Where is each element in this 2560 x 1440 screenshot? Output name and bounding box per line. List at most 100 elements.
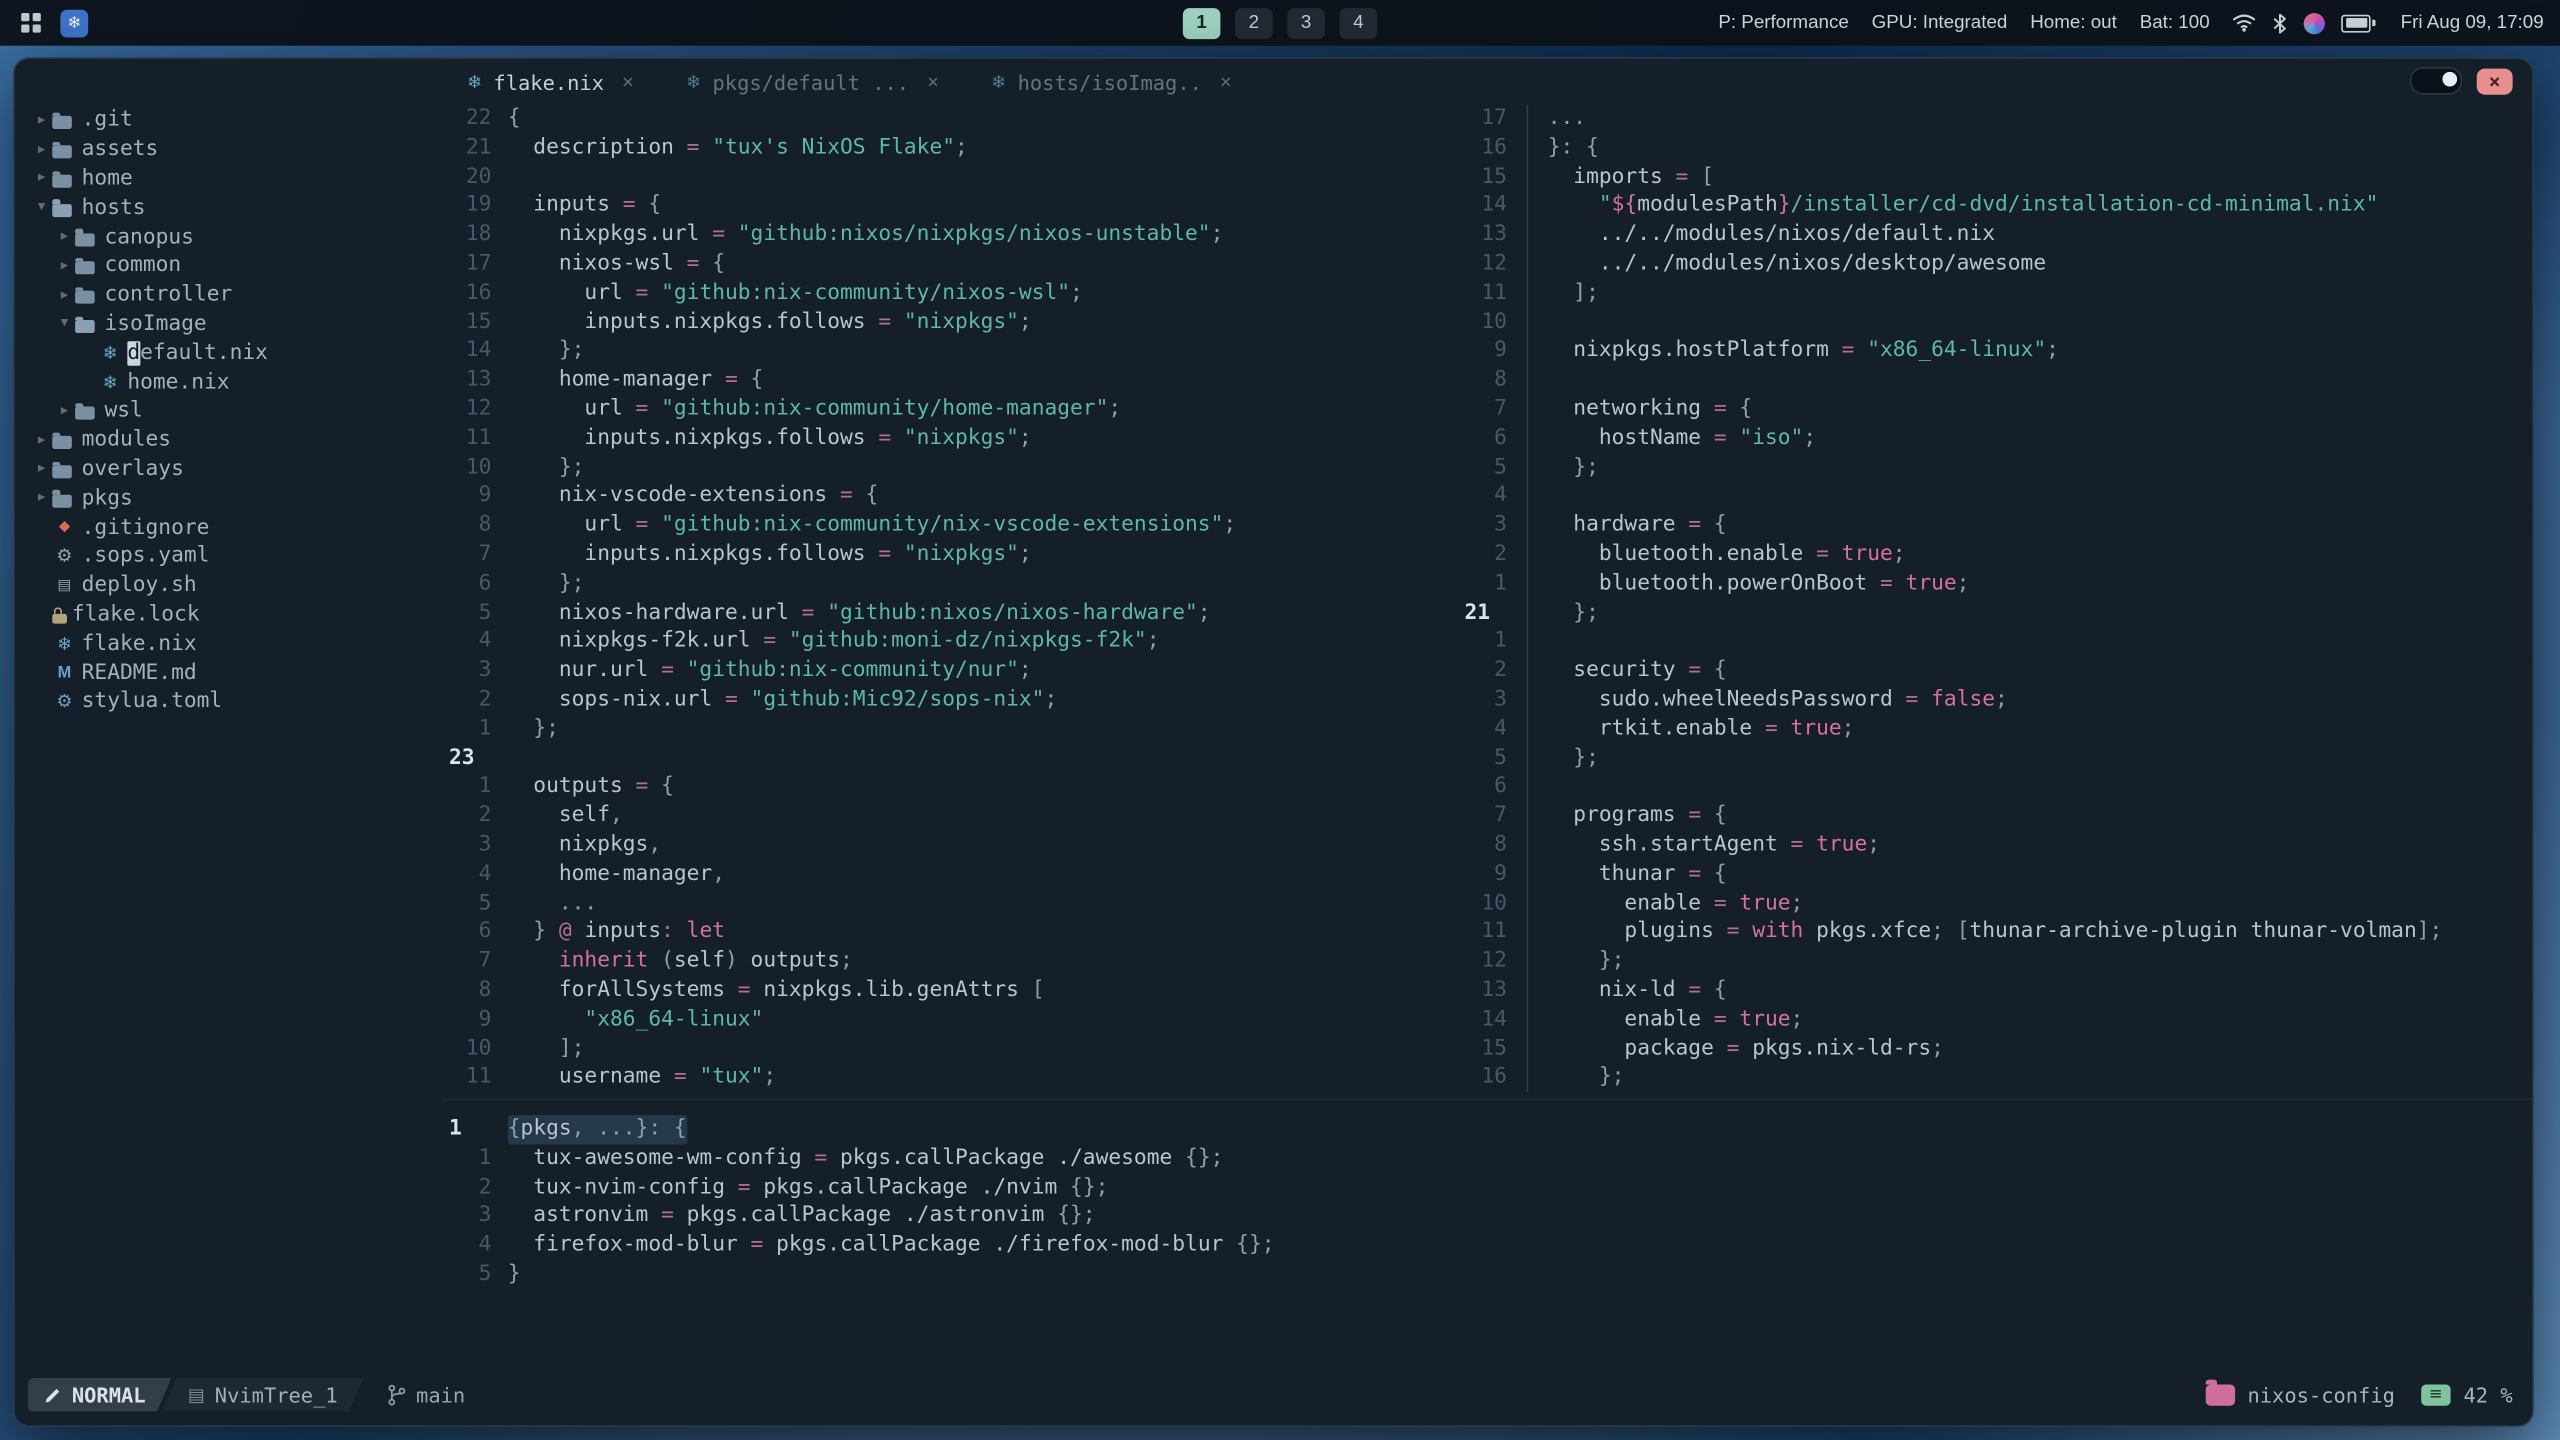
code-text: plugins = with pkgs.xfce; [thunar-archiv… (1526, 918, 2442, 948)
line-number: 11 (465, 1064, 492, 1090)
chevron-closed-icon[interactable]: ▸ (54, 403, 75, 419)
tree-item-hosts[interactable]: ▾ hosts (15, 193, 443, 222)
chevron-closed-icon[interactable]: ▸ (31, 112, 52, 128)
titlebar-toggle[interactable] (2409, 66, 2463, 95)
line-number: 11 (465, 425, 492, 451)
tree-item-wsl[interactable]: ▸ wsl (15, 397, 443, 426)
close-icon[interactable]: × (1220, 70, 1232, 93)
line-number: 5 (1494, 745, 1507, 770)
code-text: nixpkgs, (507, 832, 662, 858)
workspace-4[interactable]: 4 (1339, 7, 1378, 39)
battery-icon[interactable] (2341, 13, 2376, 32)
tree-item-label: .sops.yaml (81, 544, 210, 569)
close-icon[interactable]: × (927, 70, 939, 93)
chevron-closed-icon[interactable]: ▸ (54, 258, 75, 274)
editor-right[interactable]: 17... 16}: {15 imports = [14 "${modulesPa… (1458, 104, 2532, 1098)
tree-item-.gitignore[interactable]: ◆ .gitignore (15, 513, 443, 542)
workspace-2[interactable]: 2 (1235, 7, 1273, 39)
tray-icons (2232, 12, 2376, 34)
chevron-open-icon[interactable]: ▾ (54, 316, 75, 332)
chevron-closed-icon[interactable]: ▸ (31, 171, 52, 187)
code-line: 6 } @ inputs: let (442, 918, 1458, 947)
tree-item-label: canopus (104, 224, 194, 250)
line-number: 4 (478, 629, 492, 654)
code-line: 7 programs = { (1458, 801, 2532, 831)
tree-item-pkgs[interactable]: ▸ pkgs (15, 484, 443, 513)
window-close-button[interactable]: × (2476, 67, 2513, 94)
tree-item-common[interactable]: ▸ common (15, 251, 443, 280)
color-wheel-icon[interactable] (2304, 12, 2326, 34)
line-number: 5 (478, 890, 492, 916)
chevron-closed-icon[interactable]: ▸ (31, 432, 52, 448)
md-icon: M (57, 663, 72, 682)
code-text: }; (1526, 947, 1624, 977)
tree-item-default.nix[interactable]: ❄ default.nix (15, 339, 443, 368)
workspace-switcher: 1 2 3 4 (1182, 7, 1378, 39)
code-text: nur.url = "github:nix-community/nur"; (507, 658, 1032, 683)
branch-label: main (416, 1382, 466, 1407)
tree-item-label: stylua.toml (81, 689, 223, 715)
line-number: 18 (465, 222, 492, 247)
editor-main[interactable]: 22{21 description = "tux's NixOS Flake";… (442, 104, 1458, 1098)
tree-item-label: common (104, 253, 182, 279)
chevron-closed-icon[interactable]: ▸ (54, 229, 75, 245)
tab-flake-nix[interactable]: ❄ flake.nix × (447, 69, 653, 93)
code-text: }; (507, 716, 559, 741)
tree-item-canopus[interactable]: ▸ canopus (15, 222, 443, 251)
chevron-closed-icon[interactable]: ▸ (54, 287, 75, 303)
tree-item-modules[interactable]: ▸ modules (15, 426, 443, 455)
code-text (1526, 772, 1548, 802)
tree-item-label: home.nix (127, 369, 230, 395)
current-line-number: 21 (1464, 600, 1491, 625)
tree-item-.sops.yaml[interactable]: ⚙ .sops.yaml (15, 542, 443, 571)
workspace-1[interactable]: 1 (1182, 7, 1221, 39)
chevron-closed-icon[interactable]: ▸ (31, 490, 52, 506)
tree-item-overlays[interactable]: ▸ overlays (15, 455, 443, 484)
tree-item-assets[interactable]: ▸ assets (15, 135, 443, 164)
tree-item-flake.lock[interactable]: flake.lock (15, 600, 443, 629)
code-text: }; (1526, 743, 1599, 773)
close-icon[interactable]: × (622, 70, 634, 93)
tree-item-deploy.sh[interactable]: ▤ deploy.sh (15, 571, 443, 600)
system-tray: P: Performance GPU: Integrated Home: out… (1718, 12, 2544, 34)
gpu-status: GPU: Integrated (1871, 13, 2008, 33)
code-line: 16 }; (1458, 1063, 2532, 1093)
tree-item-home.nix[interactable]: ❄ home.nix (15, 368, 443, 397)
code-line: 8 forAllSystems = nixpkgs.lib.genAttrs [ (442, 976, 1458, 1005)
nix-icon: ❄ (686, 71, 702, 93)
chevron-open-icon[interactable]: ▾ (31, 200, 52, 216)
code-text: inputs.nixpkgs.follows = "nixpkgs"; (507, 541, 1032, 567)
tree-item-controller[interactable]: ▸ controller (15, 280, 443, 309)
line-number: 8 (478, 512, 492, 538)
tab-pkgs-default[interactable]: ❄ pkgs/default ... × (666, 69, 958, 93)
lock-icon (52, 606, 67, 624)
tree-item-.git[interactable]: ▸ .git (15, 106, 443, 135)
editor-bottom[interactable]: 1 {pkgs, ...}: {1 tux-awesome-wm-config =… (442, 1098, 2533, 1373)
tree-item-isoImage[interactable]: ▾ isoImage (15, 310, 443, 339)
wifi-icon[interactable] (2232, 13, 2257, 33)
statusline: NORMAL ▤ NvimTree_1 main nixos-config ≡ (15, 1373, 2533, 1415)
tree-item-label: .gitignore (81, 515, 210, 540)
workspace-3[interactable]: 3 (1287, 7, 1325, 39)
code-text: enable = true; (1526, 889, 1803, 919)
tree-item-home[interactable]: ▸ home (15, 164, 443, 193)
tree-item-flake.nix[interactable]: ❄ flake.nix (15, 629, 443, 658)
code-line: 5 nixos-hardware.url = "github:nixos/nix… (442, 598, 1458, 627)
chevron-closed-icon[interactable]: ▸ (31, 142, 52, 158)
bluetooth-icon[interactable] (2273, 12, 2288, 33)
code-line: 1 }; (442, 715, 1458, 744)
code-line: 6 hostName = "iso"; (1458, 424, 2532, 454)
tree-item-stylua.toml[interactable]: ⚙ stylua.toml (15, 687, 443, 716)
tree-item-label: controller (104, 282, 233, 308)
code-line: 9 nix-vscode-extensions = { (442, 482, 1458, 511)
app-launcher-icon[interactable] (16, 8, 45, 37)
code-line: 17 nixos-wsl = { (442, 250, 1458, 279)
chevron-closed-icon[interactable]: ▸ (31, 461, 52, 477)
line-number: 7 (478, 948, 492, 974)
code-text: imports = [ (1526, 162, 1714, 192)
line-number: 1 (478, 1145, 492, 1171)
tree-item-README.md[interactable]: M README.md (15, 658, 443, 687)
grid-icon (21, 13, 41, 33)
tab-hosts-isoimage[interactable]: ❄ hosts/isoImag.. × (972, 69, 1252, 93)
nix-logo-icon[interactable]: ❄ (60, 8, 89, 37)
